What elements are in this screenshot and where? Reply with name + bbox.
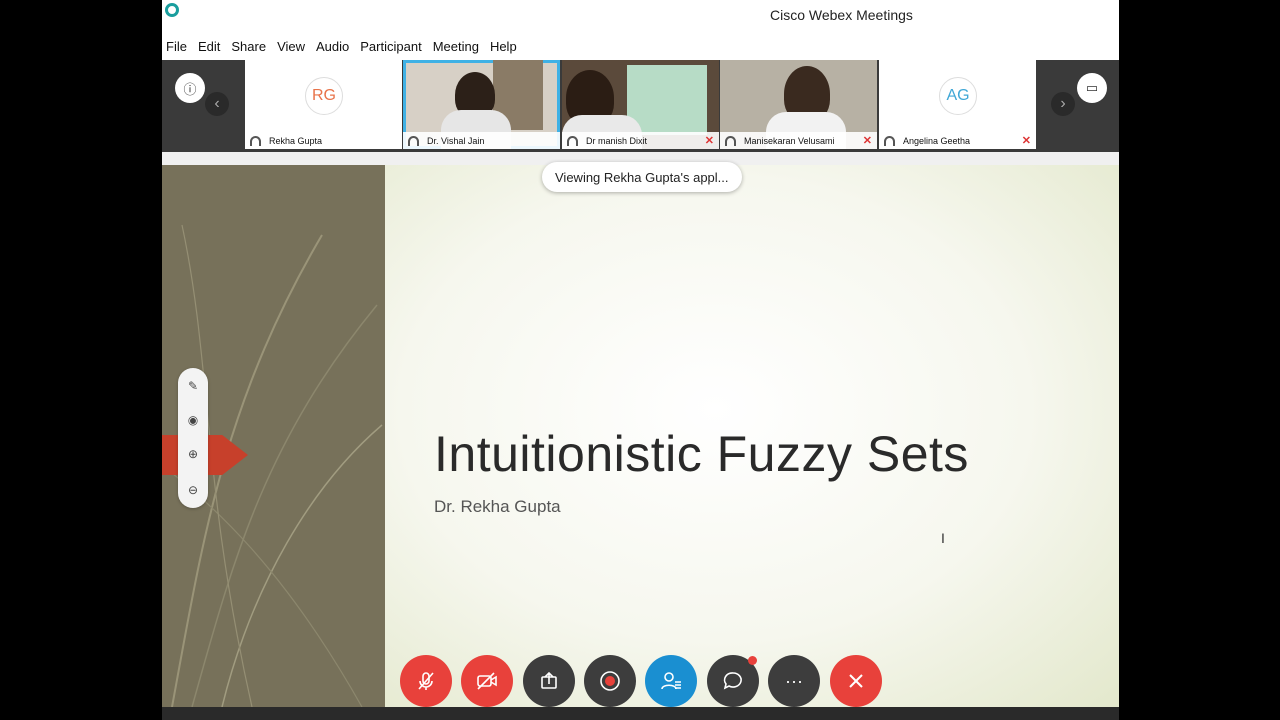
participant-label: Rekha Gupta xyxy=(245,132,402,149)
zoom-in-icon: ⊕ xyxy=(187,447,199,461)
menu-bar: File Edit Share View Audio Participant M… xyxy=(162,32,1119,60)
headset-icon xyxy=(884,136,895,146)
pen-icon: ✎ xyxy=(187,379,199,393)
mute-button[interactable] xyxy=(400,655,452,707)
remote-icon: ◉ xyxy=(187,413,199,427)
more-button[interactable]: ··· xyxy=(768,655,820,707)
video-button[interactable] xyxy=(461,655,513,707)
shared-content-area: ✎ ◉ ⊕ ⊖ Intuitionistic Fuzzy Sets Dr. Re… xyxy=(162,165,1119,707)
text-cursor-icon: I xyxy=(941,530,945,546)
annotate-button[interactable]: ✎ xyxy=(178,371,208,401)
window-title: Cisco Webex Meetings xyxy=(770,7,913,23)
chat-notification-dot xyxy=(748,656,757,665)
slide-title: Intuitionistic Fuzzy Sets xyxy=(434,426,969,482)
headset-icon xyxy=(725,136,736,146)
menu-audio[interactable]: Audio xyxy=(316,39,349,54)
microphone-off-icon xyxy=(418,672,434,690)
participant-label: Dr manish Dixit ✕ xyxy=(562,132,719,149)
participant-tile-manisekaran[interactable]: Manisekaran Velusami ✕ xyxy=(720,60,877,149)
menu-meeting[interactable]: Meeting xyxy=(433,39,479,54)
info-button[interactable]: ⓘ xyxy=(175,73,205,103)
muted-mic-icon: ✕ xyxy=(704,135,714,147)
record-icon xyxy=(600,671,620,691)
participant-tile-angelina[interactable]: AG Angelina Geetha ✕ xyxy=(879,60,1036,149)
share-button[interactable] xyxy=(523,655,575,707)
participant-strip: ⓘ ‹ RG Rekha Gupta Dr. Vishal Jain Dr ma… xyxy=(162,60,1119,152)
participant-label: Dr. Vishal Jain xyxy=(403,132,560,149)
strip-next-button[interactable]: › xyxy=(1051,92,1075,116)
menu-edit[interactable]: Edit xyxy=(198,39,220,54)
participants-icon xyxy=(661,672,681,690)
menu-view[interactable]: View xyxy=(277,39,305,54)
avatar: RG xyxy=(305,77,343,115)
video-off-icon xyxy=(477,672,497,690)
menu-help[interactable]: Help xyxy=(490,39,517,54)
annotation-toolbar: ✎ ◉ ⊕ ⊖ xyxy=(178,368,208,508)
chat-icon xyxy=(723,672,742,690)
chat-button[interactable] xyxy=(707,655,759,707)
menu-file[interactable]: File xyxy=(166,39,187,54)
title-bar: Cisco Webex Meetings xyxy=(162,0,1119,32)
bottom-bar xyxy=(162,707,1119,720)
leave-icon xyxy=(849,674,863,688)
strip-prev-button[interactable]: ‹ xyxy=(205,92,229,116)
avatar: AG xyxy=(939,77,977,115)
headset-icon xyxy=(567,136,578,146)
participant-tile-manish[interactable]: Dr manish Dixit ✕ xyxy=(562,60,719,149)
meeting-controls: ··· xyxy=(400,655,882,707)
headset-icon xyxy=(250,136,261,146)
info-icon: ⓘ xyxy=(183,81,197,97)
leave-button[interactable] xyxy=(830,655,882,707)
menu-share[interactable]: Share xyxy=(231,39,266,54)
muted-mic-icon: ✕ xyxy=(862,135,872,147)
slide-subtitle: Dr. Rekha Gupta xyxy=(434,497,561,516)
participant-tile-vishal[interactable]: Dr. Vishal Jain xyxy=(403,60,560,149)
record-button[interactable] xyxy=(584,655,636,707)
headset-icon xyxy=(408,136,419,146)
slide-content: Intuitionistic Fuzzy Sets Dr. Rekha Gupt… xyxy=(385,165,1119,707)
zoom-out-button[interactable]: ⊖ xyxy=(178,475,208,505)
zoom-in-button[interactable]: ⊕ xyxy=(178,439,208,469)
muted-mic-icon: ✕ xyxy=(1021,135,1031,147)
layout-icon: ▭ xyxy=(1085,80,1099,95)
webex-logo-icon xyxy=(165,3,179,17)
menu-participant[interactable]: Participant xyxy=(360,39,421,54)
remote-control-button[interactable]: ◉ xyxy=(178,405,208,435)
share-icon xyxy=(541,671,557,689)
participants-button[interactable] xyxy=(645,655,697,707)
layout-button[interactable]: ▭ xyxy=(1077,73,1107,103)
chevron-right-icon: › xyxy=(1060,95,1066,112)
zoom-out-icon: ⊖ xyxy=(187,483,199,497)
viewing-toast: Viewing Rekha Gupta's appl... xyxy=(542,162,742,192)
more-icon: ··· xyxy=(785,670,803,691)
participant-tile-rekha[interactable]: RG Rekha Gupta xyxy=(245,60,402,149)
webex-window: Cisco Webex Meetings File Edit Share Vie… xyxy=(162,0,1119,720)
participant-label: Angelina Geetha ✕ xyxy=(879,132,1036,149)
participant-label: Manisekaran Velusami ✕ xyxy=(720,132,877,149)
chevron-left-icon: ‹ xyxy=(214,95,220,112)
